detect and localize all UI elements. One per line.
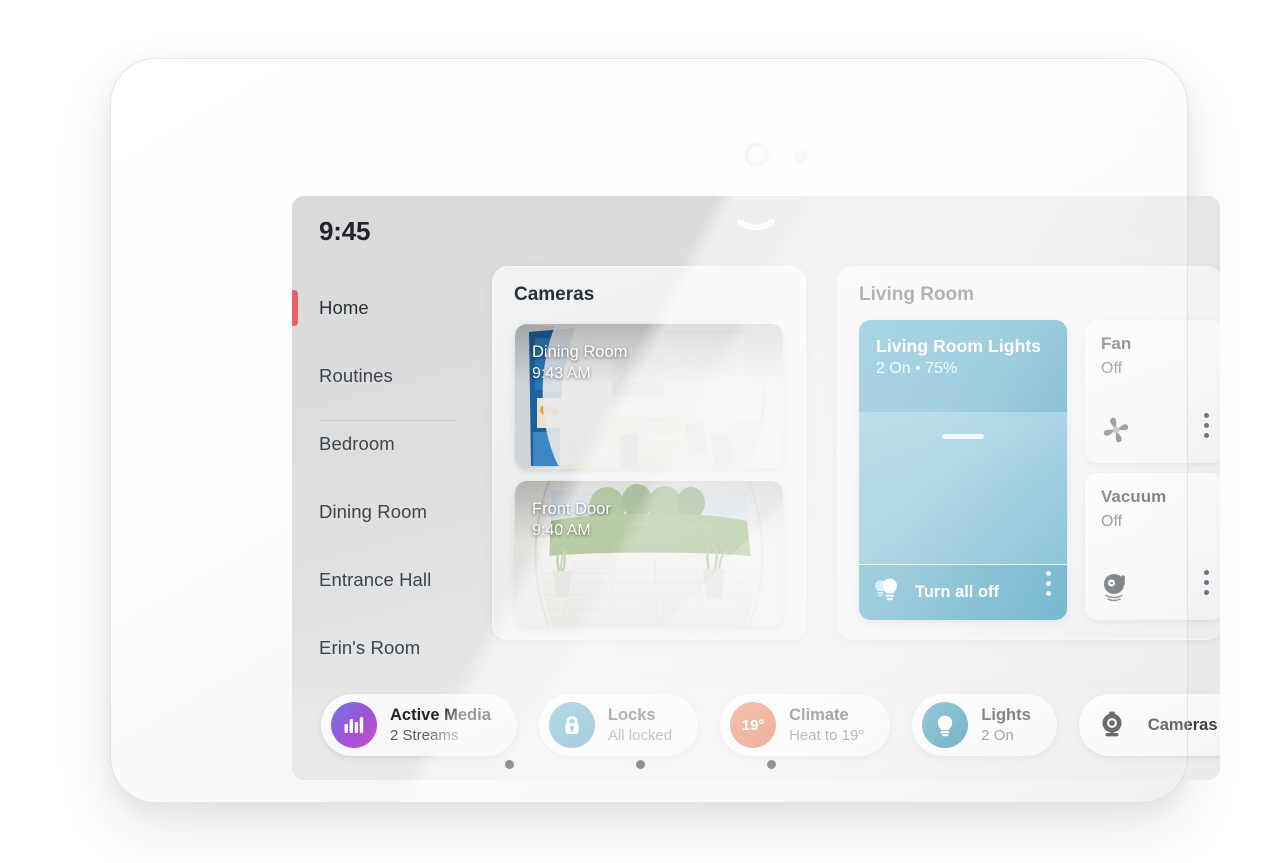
more-options-icon[interactable]	[1204, 413, 1209, 443]
chip-title: Cameras	[1147, 715, 1218, 734]
sidebar-item-label: Dining Room	[319, 501, 428, 522]
chip-text: Locks All locked	[608, 705, 672, 745]
cameras-panel: Cameras Dining Room 9:43 AM Front Door 9…	[492, 266, 806, 640]
dashboard-cards: Cameras Dining Room 9:43 AM Front Door 9…	[492, 266, 1220, 706]
chevron-down-icon[interactable]	[734, 218, 778, 234]
camera-tile-label: Front Door 9:40 AM	[532, 498, 611, 542]
living-room-panel: Living Room Living Room Lights 2 On • 75…	[837, 266, 1220, 640]
device-name: Fan	[1101, 334, 1132, 353]
living-room-panel-title: Living Room	[859, 284, 975, 305]
chip-title: Lights	[981, 705, 1031, 724]
sidebar-active-indicator	[292, 290, 298, 326]
display-screen: 9:45 Home Routines Bedroom Dining Room E…	[292, 196, 1220, 780]
screenshot-stage: 9:45 Home Routines Bedroom Dining Room E…	[0, 0, 1280, 863]
ambient-light-sensor-icon	[794, 150, 807, 163]
camera-timestamp: 9:40 AM	[532, 522, 591, 540]
device-name: Vacuum	[1101, 487, 1167, 506]
lights-name: Living Room Lights	[876, 336, 1042, 356]
sidebar-item-label: Bedroom	[319, 433, 395, 454]
light-bulb-icon	[873, 577, 903, 608]
chip-text: Lights 2 On	[981, 705, 1031, 745]
page-dot[interactable]	[766, 760, 776, 769]
chip-climate[interactable]: 19° Climate Heat to 19°	[720, 694, 891, 756]
device-state: Off	[1101, 360, 1123, 377]
chip-text: Active Media 2 Streams	[390, 705, 491, 745]
chip-title: Locks	[607, 705, 656, 724]
lights-header: Living Room Lights 2 On • 75%	[859, 320, 1067, 412]
clock: 9:45	[319, 216, 371, 246]
page-dot[interactable]	[635, 760, 645, 769]
lock-icon	[548, 702, 595, 748]
chip-active-media[interactable]: Active Media 2 Streams	[321, 694, 517, 756]
sidebar-item-erins-room[interactable]: Erin's Room	[292, 614, 488, 682]
sidebar-item-bedroom[interactable]: Bedroom	[292, 410, 488, 478]
front-camera-lens-icon	[746, 144, 768, 166]
camera-timestamp: 9:43 AM	[532, 365, 591, 383]
more-options-icon[interactable]	[1046, 571, 1051, 601]
sidebar-item-label: Routines	[319, 365, 393, 386]
sidebar-item-label: Home	[319, 297, 369, 318]
camera-tile-dining-room[interactable]: Dining Room 9:43 AM	[515, 324, 783, 469]
brightness-slider[interactable]	[859, 412, 1067, 567]
chip-subtitle: 2 On	[981, 726, 1014, 744]
sidebar-item-entrance-hall[interactable]: Entrance Hall	[292, 546, 488, 614]
lights-state: 2 On • 75%	[876, 360, 958, 377]
media-equalizer-icon	[331, 702, 377, 748]
page-dot[interactable]	[504, 760, 514, 769]
chip-lights[interactable]: Lights 2 On	[912, 694, 1057, 756]
sidebar-item-home[interactable]: Home	[292, 274, 488, 342]
fan-icon	[1099, 413, 1133, 447]
more-options-icon[interactable]	[1204, 570, 1209, 600]
light-bulb-icon	[922, 702, 969, 748]
camera-icon	[1089, 702, 1135, 748]
camera-name: Front Door	[532, 500, 611, 518]
chip-subtitle: 2 Streams	[390, 726, 459, 744]
sidebar-nav: Home Routines Bedroom Dining Room Entran…	[292, 274, 488, 682]
chip-text: Climate Heat to 19°	[789, 705, 864, 745]
chip-title: Active Media	[390, 705, 491, 724]
device-card-vacuum[interactable]: Vacuum Off	[1085, 473, 1220, 620]
chip-subtitle: Heat to 19°	[789, 726, 865, 744]
device-state: Off	[1101, 513, 1123, 530]
robot-vacuum-icon	[1099, 570, 1133, 604]
chip-text: Cameras	[1148, 715, 1218, 736]
temperature-value: 19°	[741, 716, 765, 734]
home-dashboard: 9:45 Home Routines Bedroom Dining Room E…	[292, 196, 1220, 780]
cameras-panel-title: Cameras	[514, 284, 595, 305]
slider-grip-icon[interactable]	[942, 434, 984, 439]
page-indicator	[0, 760, 1280, 769]
device-card-fan[interactable]: Fan Off	[1085, 320, 1220, 463]
temperature-icon: 19°	[730, 702, 777, 748]
smart-display-device: 9:45 Home Routines Bedroom Dining Room E…	[110, 58, 1220, 803]
sidebar-item-dining-room[interactable]: Dining Room	[292, 478, 488, 546]
chip-title: Climate	[789, 705, 849, 724]
sidebar-item-label: Entrance Hall	[319, 569, 432, 590]
sidebar-item-label: Erin's Room	[319, 637, 421, 658]
turn-all-off-button[interactable]: Turn all off	[859, 564, 1067, 620]
chip-locks[interactable]: Locks All locked	[538, 694, 699, 756]
camera-name: Dining Room	[532, 343, 628, 361]
camera-tile-label: Dining Room 9:43 AM	[532, 341, 627, 385]
turn-all-off-label: Turn all off	[915, 583, 1000, 601]
sidebar-item-routines[interactable]: Routines	[292, 342, 488, 410]
chip-cameras[interactable]: Cameras	[1078, 694, 1220, 756]
living-room-lights-tile[interactable]: Living Room Lights 2 On • 75% Turn all o…	[859, 320, 1067, 620]
camera-tile-front-door[interactable]: Front Door 9:40 AM	[515, 481, 783, 626]
chip-subtitle: All locked	[607, 726, 673, 744]
